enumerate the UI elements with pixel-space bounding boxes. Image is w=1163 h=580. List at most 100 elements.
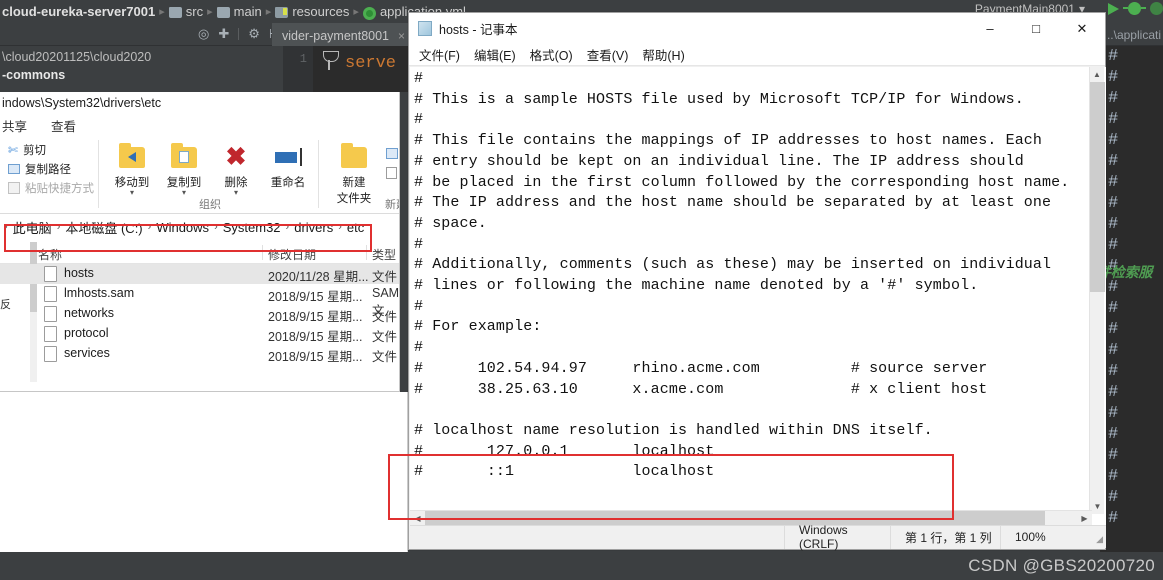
table-row[interactable]: services 2018/9/15 星期... 文件 bbox=[0, 344, 399, 364]
scrollbar-thumb[interactable] bbox=[425, 511, 1045, 526]
chevron-right-icon: › bbox=[4, 221, 8, 233]
address-crumb-local-disk[interactable]: 本地磁盘 (C:) bbox=[65, 218, 142, 237]
breadcrumb-item-module[interactable]: cloud-eureka-server7001 bbox=[2, 4, 155, 19]
explorer-address-bar[interactable]: › 此电脑 › 本地磁盘 (C:) › Windows › System32 ›… bbox=[0, 214, 399, 240]
menu-help[interactable]: 帮助(H) bbox=[642, 45, 684, 64]
screen-root: cloud-eureka-server7001 ▸ src ▸ main ▸ r… bbox=[0, 0, 1163, 580]
menu-format[interactable]: 格式(O) bbox=[530, 45, 573, 64]
file-type: 文件 bbox=[372, 310, 398, 324]
table-row[interactable]: hosts 2020/11/28 星期... 文件 bbox=[0, 264, 399, 284]
copy-path-button[interactable]: 复制路径 bbox=[8, 159, 94, 178]
file-explorer-window[interactable]: indows\System32\drivers\etc 共享 查看 ✄ 剪切 复… bbox=[0, 92, 400, 392]
cut-label: 剪切 bbox=[23, 144, 47, 157]
spring-bean-icon bbox=[321, 50, 339, 72]
ribbon-divider bbox=[98, 140, 99, 208]
maximize-button[interactable]: □ bbox=[1013, 13, 1059, 44]
close-button[interactable]: ✕ bbox=[1059, 13, 1105, 44]
ribbon-tab-view[interactable]: 查看 bbox=[51, 116, 76, 135]
chevron-right-icon: › bbox=[214, 221, 218, 233]
new-item-button[interactable]: 新建项目 ▾ bbox=[386, 144, 399, 163]
file-date: 2018/9/15 星期... bbox=[268, 350, 363, 364]
project-path-label: \cloud20201125\cloud2020 bbox=[2, 50, 152, 64]
scroll-down-icon[interactable]: ▼ bbox=[1090, 499, 1105, 514]
file-name: networks bbox=[64, 306, 115, 320]
chevron-right-icon: › bbox=[285, 221, 290, 233]
easy-access-button[interactable]: 轻松访问 ▾ bbox=[386, 163, 399, 182]
hosts-file-content[interactable]: # # This is a sample HOSTS file used by … bbox=[414, 69, 1090, 528]
address-crumb-drivers[interactable]: drivers bbox=[294, 220, 333, 235]
breadcrumb-item-main[interactable]: main bbox=[234, 4, 262, 19]
address-crumb-this-pc[interactable]: 此电脑 bbox=[13, 218, 52, 237]
table-row[interactable]: protocol 2018/9/15 星期... 文件 bbox=[0, 324, 399, 344]
window-title: hosts - 记事本 bbox=[439, 23, 518, 37]
notepad-text-area[interactable]: # # This is a sample HOSTS file used by … bbox=[410, 67, 1106, 528]
run-icon[interactable] bbox=[1108, 2, 1119, 15]
address-crumb-windows[interactable]: Windows bbox=[156, 220, 209, 235]
explorer-column-headers[interactable]: 名称 修改日期 类型 bbox=[0, 242, 399, 264]
table-row[interactable]: networks 2018/9/15 星期... 文件 bbox=[0, 304, 399, 324]
copy-path-label: 复制路径 bbox=[25, 163, 71, 176]
ide-right-hash-column: # # # # # # # # # # # # # # # # # # # # # # # bbox=[1108, 47, 1119, 528]
editor-gutter: 1 bbox=[283, 46, 313, 92]
rename-button[interactable]: 重命名 bbox=[262, 140, 314, 190]
scrollbar-thumb[interactable] bbox=[1090, 82, 1105, 292]
scroll-left-icon[interactable]: ◀ bbox=[410, 511, 425, 526]
new-small-group[interactable]: 新建项目 ▾ 轻松访问 ▾ bbox=[386, 144, 399, 182]
column-header-name[interactable]: 名称 bbox=[38, 246, 62, 263]
column-header-date[interactable]: 修改日期 bbox=[268, 246, 316, 263]
explorer-file-list[interactable]: hosts 2020/11/28 星期... 文件 lmhosts.sam 20… bbox=[0, 264, 399, 364]
menu-file[interactable]: 文件(F) bbox=[419, 45, 460, 64]
file-icon bbox=[44, 266, 57, 282]
file-icon bbox=[44, 346, 57, 362]
file-name: hosts bbox=[64, 266, 94, 280]
ide-project-panel[interactable]: \cloud20201125\cloud2020 -commons bbox=[0, 46, 283, 92]
window-controls[interactable]: – □ ✕ bbox=[967, 13, 1105, 44]
coverage-icon[interactable] bbox=[1150, 2, 1163, 15]
status-spacer bbox=[410, 526, 784, 549]
close-icon[interactable]: × bbox=[398, 29, 405, 43]
explorer-lower-blank-area bbox=[0, 392, 408, 552]
notepad-vertical-scrollbar[interactable]: ▲ ▼ bbox=[1089, 67, 1105, 514]
column-divider[interactable] bbox=[262, 245, 263, 260]
move-to-button[interactable]: 移动到 ▾ bbox=[106, 140, 158, 197]
table-row[interactable]: lmhosts.sam 2018/9/15 星期... SAM 文 bbox=[0, 284, 399, 318]
column-divider[interactable] bbox=[366, 245, 367, 260]
explorer-ribbon-tabs[interactable]: 共享 查看 bbox=[0, 114, 399, 136]
editor-tab-label: vider-payment8001 bbox=[282, 28, 390, 43]
delete-button[interactable]: ✖ 删除 ▾ bbox=[210, 140, 262, 197]
ribbon-tab-share[interactable]: 共享 bbox=[2, 116, 27, 135]
cut-button[interactable]: ✄ 剪切 bbox=[8, 140, 94, 159]
explorer-ribbon[interactable]: ✄ 剪切 复制路径 粘贴快捷方式 移动到 ▾ 复制到 ▾ ✖ 删除 ▾ 重命名 … bbox=[0, 136, 399, 214]
chevron-right-icon: › bbox=[147, 221, 152, 233]
menu-view[interactable]: 查看(V) bbox=[587, 45, 629, 64]
notepad-title-bar[interactable]: hosts - 记事本 – □ ✕ bbox=[409, 13, 1105, 44]
ide-toolbar-icons[interactable]: ◎ ✚ ⚙ ⊢ bbox=[198, 26, 280, 42]
breadcrumb-item-src[interactable]: src bbox=[186, 4, 203, 19]
status-zoom-level: 100% bbox=[1000, 525, 1106, 549]
address-crumb-etc[interactable]: etc bbox=[347, 220, 364, 235]
breadcrumb-item-resources[interactable]: resources bbox=[292, 4, 349, 19]
target-icon[interactable]: ◎ bbox=[198, 26, 209, 42]
chevron-right-icon: › bbox=[56, 221, 61, 233]
clipboard-group[interactable]: ✄ 剪切 复制路径 粘贴快捷方式 bbox=[8, 140, 94, 197]
notepad-menu-bar[interactable]: 文件(F) 编辑(E) 格式(O) 查看(V) 帮助(H) bbox=[409, 44, 1105, 66]
menu-edit[interactable]: 编辑(E) bbox=[474, 45, 516, 64]
notepad-window[interactable]: hosts - 记事本 – □ ✕ 文件(F) 编辑(E) 格式(O) 查看(V… bbox=[408, 12, 1106, 551]
minimize-button[interactable]: – bbox=[967, 13, 1013, 44]
copy-to-button[interactable]: 复制到 ▾ bbox=[158, 140, 210, 197]
scroll-right-icon[interactable]: ▶ bbox=[1077, 511, 1092, 526]
notepad-horizontal-scrollbar[interactable]: ◀ ▶ bbox=[410, 510, 1092, 526]
file-type: 文件 bbox=[372, 270, 398, 284]
resize-grip-icon[interactable]: ◢ bbox=[1096, 534, 1103, 545]
column-header-type[interactable]: 类型 bbox=[372, 246, 396, 263]
ribbon-divider bbox=[318, 140, 319, 208]
debug-icon[interactable] bbox=[1123, 2, 1146, 15]
expand-icon[interactable]: ✚ bbox=[218, 26, 229, 42]
gear-icon[interactable]: ⚙ bbox=[248, 26, 260, 42]
scroll-up-icon[interactable]: ▲ bbox=[1090, 67, 1104, 82]
breadcrumb-separator: ▸ bbox=[353, 5, 359, 18]
address-crumb-system32[interactable]: System32 bbox=[223, 220, 281, 235]
editor-tab[interactable]: vider-payment8001 × bbox=[272, 23, 414, 46]
run-toolbar[interactable] bbox=[1108, 2, 1163, 15]
breadcrumb-separator: ▸ bbox=[265, 5, 272, 18]
